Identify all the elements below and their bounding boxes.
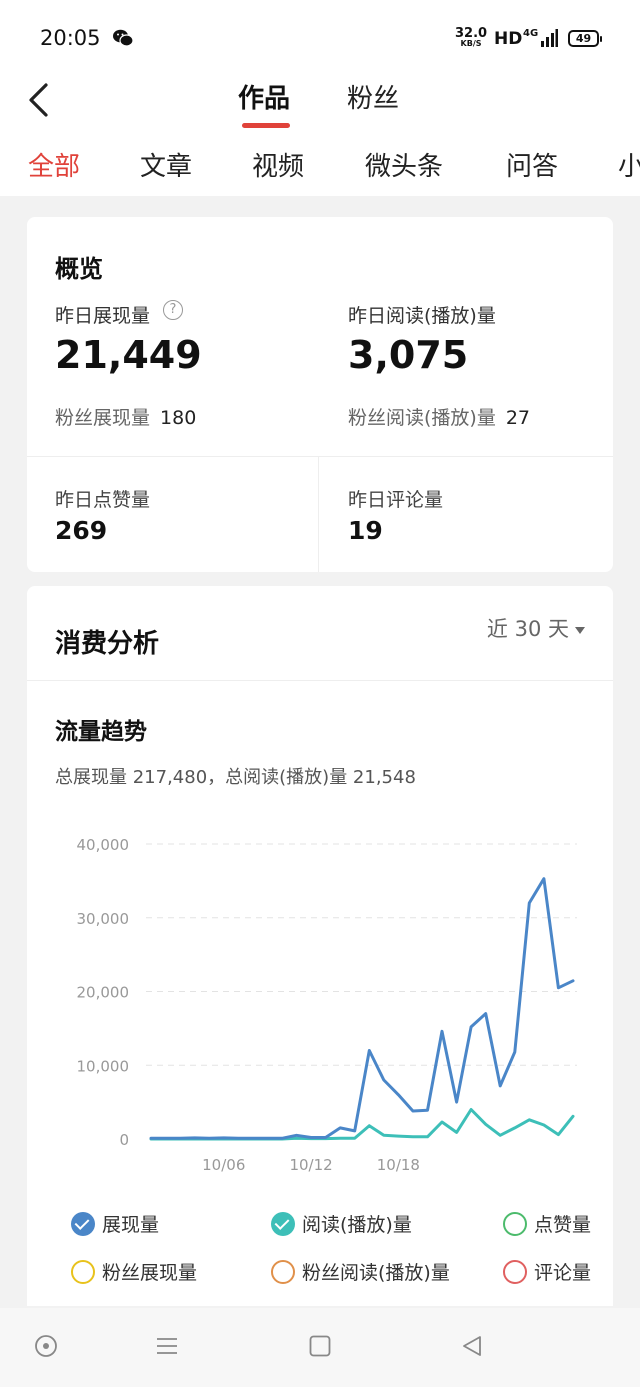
back-arrow-icon[interactable] xyxy=(26,82,56,118)
category-micro-posts[interactable]: 微头条 xyxy=(365,146,443,183)
square-icon[interactable] xyxy=(308,1334,332,1358)
caret-down-icon xyxy=(575,626,585,634)
system-nav-bar xyxy=(0,1308,640,1387)
x-tick-label: 10/06 xyxy=(202,1156,245,1174)
x-tick-label: 10/12 xyxy=(289,1156,332,1174)
legend-item[interactable]: 粉丝展现量 xyxy=(71,1258,197,1286)
y-tick-label: 30,000 xyxy=(77,910,130,928)
y-tick-label: 20,000 xyxy=(77,984,130,1002)
unchecked-circle-icon xyxy=(71,1259,95,1284)
back-triangle-icon[interactable] xyxy=(460,1334,484,1358)
legend-item[interactable]: 粉丝阅读(播放)量 xyxy=(271,1258,450,1286)
impressions-value: 21,449 xyxy=(55,333,202,377)
unchecked-circle-icon xyxy=(503,1211,527,1236)
fan-impressions: 粉丝展现量 180 xyxy=(55,407,197,429)
legend-label: 粉丝展现量 xyxy=(102,1262,198,1284)
category-more[interactable]: 小 xyxy=(618,146,640,183)
trend-title: 流量趋势 xyxy=(55,719,147,745)
y-tick-label: 0 xyxy=(119,1131,129,1149)
legend-item[interactable]: 评论量 xyxy=(503,1258,591,1286)
range-dropdown[interactable]: 近 30 天 xyxy=(487,613,585,643)
checked-circle-icon xyxy=(71,1211,95,1236)
legend-item[interactable]: 点赞量 xyxy=(503,1210,591,1238)
legend-item[interactable]: 展现量 xyxy=(71,1210,159,1238)
wechat-icon xyxy=(113,29,134,47)
unchecked-circle-icon xyxy=(271,1259,295,1284)
hd-indicator: HD xyxy=(494,29,523,49)
legend-label: 点赞量 xyxy=(534,1214,592,1236)
likes-value: 269 xyxy=(55,516,108,545)
battery-icon: 49 xyxy=(568,30,602,47)
category-articles[interactable]: 文章 xyxy=(140,146,192,183)
impressions-label: 昨日展现量 xyxy=(55,305,151,327)
series-line xyxy=(149,1108,575,1141)
divider xyxy=(27,456,613,457)
x-tick-label: 10/18 xyxy=(377,1156,420,1174)
likes-label: 昨日点赞量 xyxy=(55,489,151,511)
analysis-title: 消费分析 xyxy=(55,629,160,659)
divider xyxy=(318,456,319,572)
network-speed: 32.0 KB/S xyxy=(455,26,488,48)
top-header: 作品 粉丝 xyxy=(0,78,640,138)
signal-icon xyxy=(541,29,558,47)
checked-circle-icon xyxy=(271,1211,295,1236)
legend-label: 阅读(播放)量 xyxy=(302,1214,412,1236)
comments-label: 昨日评论量 xyxy=(348,489,444,511)
y-tick-label: 10,000 xyxy=(77,1057,130,1075)
active-tab-indicator xyxy=(242,123,290,128)
tab-fans[interactable]: 粉丝 xyxy=(347,78,399,115)
trend-summary: 总展现量 217,480，总阅读(播放)量 21,548 xyxy=(55,767,416,788)
category-videos[interactable]: 视频 xyxy=(252,146,304,183)
fan-reads: 粉丝阅读(播放)量 27 xyxy=(348,407,531,429)
legend-item[interactable]: 阅读(播放)量 xyxy=(271,1210,412,1238)
comments-value: 19 xyxy=(348,516,383,545)
status-bar: 20:05 32.0 KB/S HD 4G 49 xyxy=(0,0,640,78)
traffic-trend-chart: 40,000 30,000 20,000 10,000 0 10/06 10/12 10/18 xyxy=(77,836,577,1174)
reads-value: 3,075 xyxy=(348,333,469,377)
overview-card: 概览 昨日展现量 ? 21,449 粉丝展现量 180 昨日阅读(播放)量 3,0… xyxy=(27,217,613,572)
y-tick-label: 40,000 xyxy=(77,836,130,854)
divider xyxy=(27,680,613,681)
legend-label: 展现量 xyxy=(102,1214,160,1236)
network-type: 4G xyxy=(523,28,539,39)
chart-legend: 展现量 阅读(播放)量 点赞量粉丝展现量 粉丝阅读(播放)量 评论量 xyxy=(71,1210,591,1310)
status-time: 20:05 xyxy=(40,26,101,50)
category-qa[interactable]: 问答 xyxy=(506,146,558,183)
category-tabs: 全部 文章 视频 微头条 问答 小 xyxy=(0,138,640,196)
analysis-card: 消费分析 近 30 天 流量趋势 总展现量 217,480，总阅读(播放)量 2… xyxy=(27,586,613,1306)
overview-title: 概览 xyxy=(55,255,103,283)
tab-works[interactable]: 作品 xyxy=(238,78,290,115)
category-all[interactable]: 全部 xyxy=(28,146,80,183)
help-icon[interactable]: ? xyxy=(163,300,183,320)
unchecked-circle-icon xyxy=(503,1259,527,1284)
menu-icon[interactable] xyxy=(155,1334,179,1358)
legend-label: 评论量 xyxy=(534,1262,592,1284)
reads-label: 昨日阅读(播放)量 xyxy=(348,305,496,327)
legend-label: 粉丝阅读(播放)量 xyxy=(302,1262,450,1284)
home-circle-icon[interactable] xyxy=(34,1334,58,1358)
